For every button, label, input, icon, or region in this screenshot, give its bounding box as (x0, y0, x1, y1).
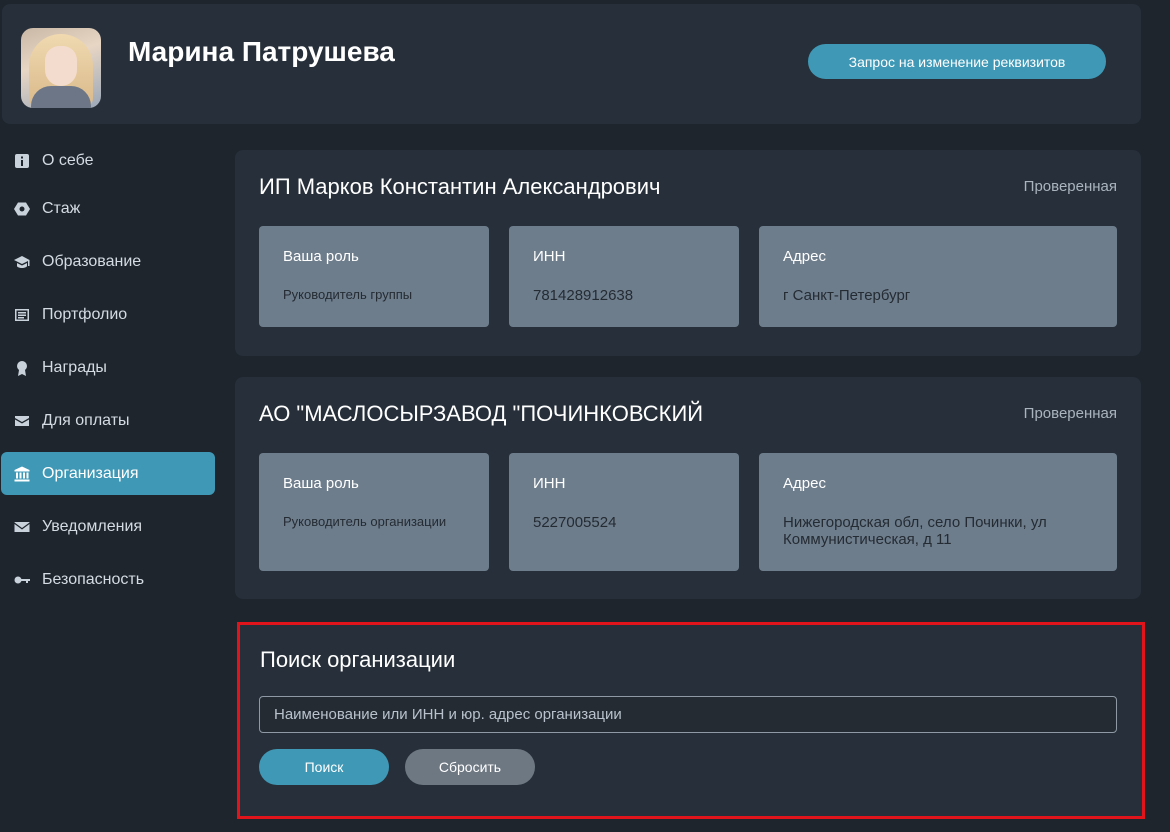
sidebar-item-organization[interactable]: Организация (1, 452, 215, 495)
list-icon (13, 306, 31, 324)
graduation-cap-icon (13, 253, 31, 271)
role-box: Ваша роль Руководитель организации (259, 453, 489, 571)
avatar[interactable] (21, 28, 101, 108)
sidebar-item-label: Безопасность (42, 570, 145, 588)
sidebar-item-label: Для оплаты (42, 411, 130, 429)
role-value: Руководитель группы (283, 287, 413, 302)
sidebar-item-payment[interactable]: Для оплаты (1, 399, 215, 442)
wallet-icon (13, 412, 31, 430)
inn-label: ИНН (533, 248, 566, 265)
profile-header: Марина Патрушева Запрос на изменение рек… (2, 4, 1141, 124)
organization-search-input[interactable] (259, 696, 1117, 733)
organization-search-panel: Поиск организации Поиск Сбросить (237, 622, 1145, 819)
hexagon-icon (13, 200, 31, 218)
address-box: Адрес Нижегородская обл, село Починки, у… (759, 453, 1117, 571)
role-value: Руководитель организации (283, 514, 447, 529)
sidebar-item-security[interactable]: Безопасность (1, 558, 215, 601)
sidebar-item-label: Уведомления (42, 517, 143, 535)
sidebar-item-label: О себе (42, 151, 94, 169)
award-icon (13, 359, 31, 377)
sidebar-item-label: Образование (42, 252, 142, 270)
role-label: Ваша роль (283, 248, 359, 265)
address-value: г Санкт-Петербург (783, 287, 911, 304)
request-change-details-button[interactable]: Запрос на изменение реквизитов (808, 44, 1106, 79)
info-icon (13, 152, 31, 170)
envelope-icon (13, 518, 31, 536)
inn-box: ИНН 5227005524 (509, 453, 739, 571)
sidebar-item-experience[interactable]: Стаж (1, 187, 215, 230)
role-label: Ваша роль (283, 475, 359, 492)
address-box: Адрес г Санкт-Петербург (759, 226, 1117, 327)
sidebar-item-portfolio[interactable]: Портфолио (1, 293, 215, 336)
inn-box: ИНН 781428912638 (509, 226, 739, 327)
organization-card: АО "МАСЛОСЫРЗАВОД "ПОЧИНКОВСКИЙ Проверен… (235, 377, 1141, 599)
address-label: Адрес (783, 248, 826, 265)
bank-icon (13, 465, 31, 483)
role-box: Ваша роль Руководитель группы (259, 226, 489, 327)
search-title: Поиск организации (260, 647, 456, 672)
sidebar-item-label: Награды (42, 358, 107, 376)
inn-label: ИНН (533, 475, 566, 492)
sidebar-item-about[interactable]: О себе (1, 139, 215, 182)
inn-value: 781428912638 (533, 287, 634, 304)
sidebar-item-notifications[interactable]: Уведомления (1, 505, 215, 548)
address-label: Адрес (783, 475, 826, 492)
key-icon (13, 571, 31, 589)
sidebar-item-label: Портфолио (42, 305, 128, 323)
sidebar-item-label: Стаж (42, 199, 81, 217)
organization-name: АО "МАСЛОСЫРЗАВОД "ПОЧИНКОВСКИЙ (259, 401, 704, 426)
address-value: Нижегородская обл, село Починки, ул Комм… (783, 514, 1047, 548)
sidebar-item-education[interactable]: Образование (1, 240, 215, 283)
verification-status: Проверенная (1023, 405, 1117, 422)
sidebar-item-awards[interactable]: Награды (1, 346, 215, 389)
verification-status: Проверенная (1023, 178, 1117, 195)
organization-card: ИП Марков Константин Александрович Прове… (235, 150, 1141, 356)
inn-value: 5227005524 (533, 514, 617, 531)
reset-button[interactable]: Сбросить (405, 749, 535, 785)
organization-name: ИП Марков Константин Александрович (259, 174, 661, 199)
user-name: Марина Патрушева (128, 36, 395, 67)
search-button[interactable]: Поиск (259, 749, 389, 785)
sidebar-item-label: Организация (42, 464, 139, 482)
